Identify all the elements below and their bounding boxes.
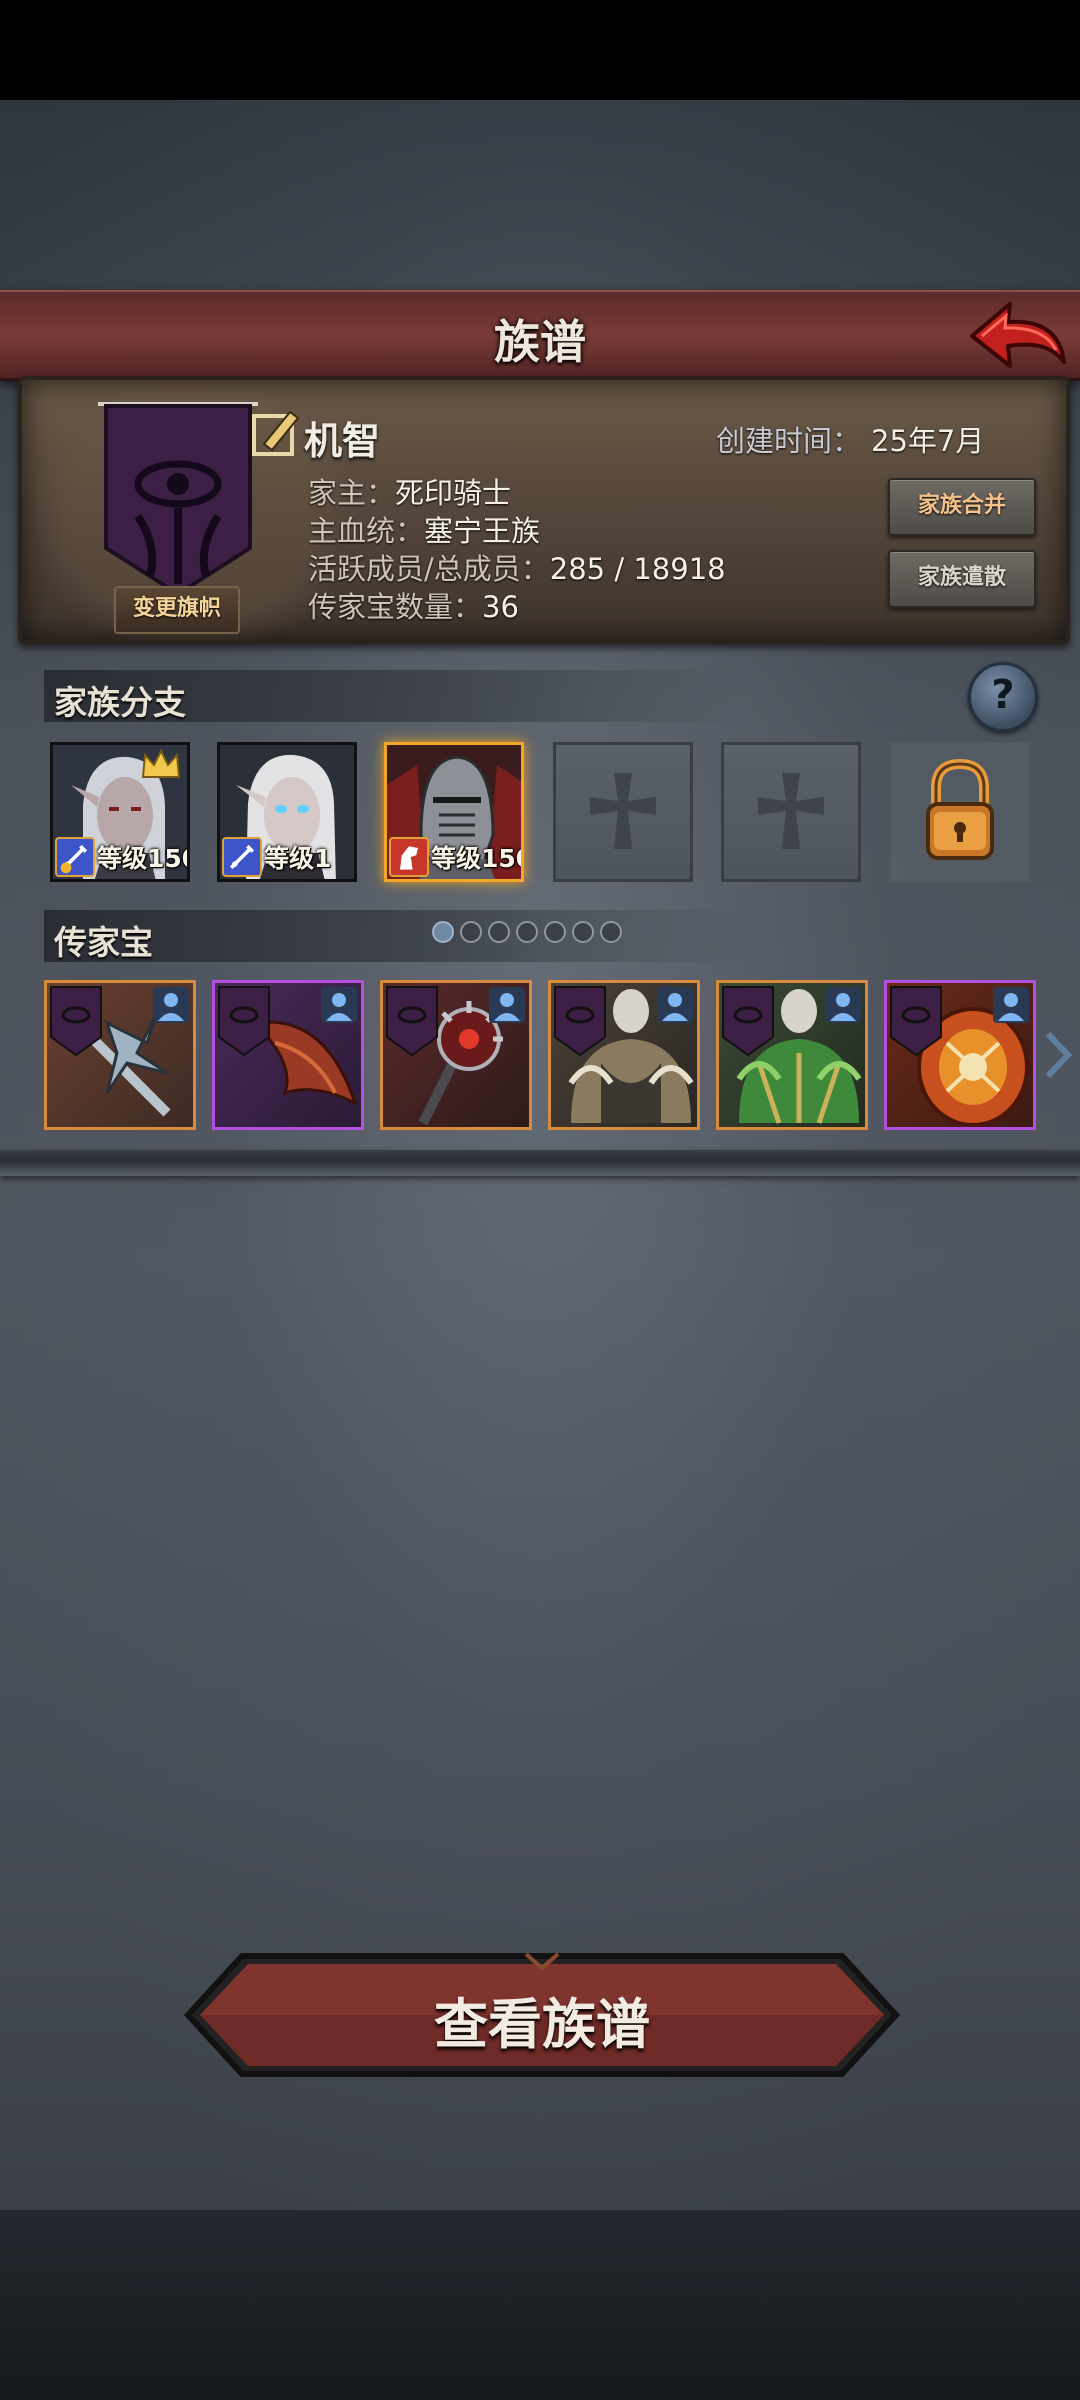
branches-header: 家族分支	[44, 670, 744, 722]
heirloom-card[interactable]	[884, 980, 1036, 1130]
branch-slot-empty[interactable]	[553, 742, 693, 882]
edit-icon[interactable]	[250, 406, 302, 458]
members-line: 活跃成员/总成员：285 / 18918	[308, 552, 726, 586]
family-merge-button[interactable]: 家族合并	[888, 478, 1036, 536]
heirloom-count-line: 传家宝数量：36	[308, 590, 519, 624]
heirloom-card[interactable]	[548, 980, 700, 1130]
branch-slot-locked[interactable]	[890, 742, 1030, 882]
page-dot[interactable]	[488, 921, 510, 943]
person-icon	[657, 987, 693, 1023]
branch-level: 等级150	[431, 844, 524, 873]
person-icon	[489, 987, 525, 1023]
bottom-strip	[0, 2210, 1080, 2400]
person-icon	[321, 987, 357, 1023]
branch-slot-3[interactable]: 等级150	[384, 742, 524, 882]
family-dismiss-button[interactable]: 家族遣散	[888, 550, 1036, 608]
person-icon	[993, 987, 1029, 1023]
page-dot[interactable]	[600, 921, 622, 943]
family-banner-icon[interactable]	[98, 398, 258, 598]
page-dot[interactable]	[572, 921, 594, 943]
sword-icon	[55, 837, 95, 877]
view-family-tree-button[interactable]: 查看族谱	[182, 1950, 902, 2080]
lock-icon	[926, 758, 994, 860]
page-dot[interactable]	[460, 921, 482, 943]
heirlooms-header: 传家宝	[44, 910, 744, 962]
page-dot[interactable]	[516, 921, 538, 943]
bloodline-line: 主血统：塞宁王族	[308, 514, 541, 548]
branch-slot-2[interactable]: 等级1	[217, 742, 357, 882]
family-banner-icon	[50, 986, 102, 1057]
created-date: 创建时间： 25年7月	[716, 424, 985, 458]
cross-icon	[590, 773, 656, 849]
page-dot[interactable]	[432, 921, 454, 943]
horse-icon	[389, 837, 429, 877]
chevron-right-icon[interactable]	[1042, 1030, 1072, 1080]
family-name: 机智	[304, 419, 381, 463]
page-title: 族谱	[494, 315, 586, 369]
person-icon	[825, 987, 861, 1023]
family-banner-icon	[386, 986, 438, 1057]
branch-level: 等级1	[264, 844, 332, 873]
heirloom-card[interactable]	[380, 980, 532, 1130]
branch-slot-1[interactable]: 等级150	[50, 742, 190, 882]
heirloom-card[interactable]	[212, 980, 364, 1130]
crown-icon	[141, 749, 181, 778]
change-banner-button[interactable]: 变更旗帜	[114, 586, 240, 634]
page-indicator	[432, 921, 628, 947]
sword-icon	[222, 837, 262, 877]
family-banner-icon	[890, 986, 942, 1057]
family-banner-icon	[554, 986, 606, 1057]
family-banner-icon	[218, 986, 270, 1057]
person-icon	[153, 987, 189, 1023]
cross-icon	[758, 773, 824, 849]
divider	[0, 1150, 1080, 1176]
family-info-panel: 变更旗帜 机智 创建时间： 25年7月 家主：死印骑士 主血统：塞宁王族 活跃成员…	[18, 376, 1070, 644]
branch-level: 等级150	[97, 844, 190, 873]
title-bar: 族谱	[0, 290, 1080, 381]
heirloom-card[interactable]	[44, 980, 196, 1130]
help-icon[interactable]: ?	[968, 662, 1038, 732]
leader-line: 家主：死印骑士	[308, 476, 512, 510]
branch-slot-empty[interactable]	[721, 742, 861, 882]
heirloom-card[interactable]	[716, 980, 868, 1130]
family-banner-icon	[722, 986, 774, 1057]
back-arrow-icon[interactable]	[968, 296, 1068, 372]
page-dot[interactable]	[544, 921, 566, 943]
